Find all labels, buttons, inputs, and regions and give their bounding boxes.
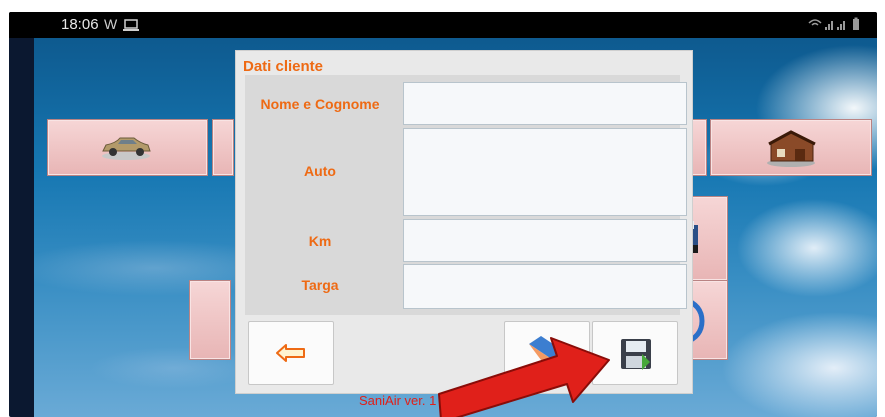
tile-house[interactable]: [710, 119, 872, 176]
km-field[interactable]: [403, 219, 687, 262]
dialog-title: Dati cliente: [243, 58, 324, 75]
auto-field[interactable]: [403, 128, 687, 216]
nome-cognome-field[interactable]: [403, 82, 687, 125]
customer-form: Nome e Cognome Auto Km Targa: [245, 75, 687, 315]
save-floppy-icon: [620, 338, 652, 375]
notification-w: W: [104, 16, 118, 32]
tile-partial-left[interactable]: [212, 119, 234, 176]
phone-screen: 18:06 W Dati cliente Nome e Cognome Auto…: [9, 12, 877, 417]
car-icon: [100, 134, 152, 165]
laptop-icon: [122, 18, 140, 37]
label-auto: Auto: [304, 163, 336, 179]
status-time: 18:06: [61, 16, 99, 33]
signal-battery-icons: [807, 17, 867, 36]
label-nome-cognome: Nome e Cognome: [260, 96, 380, 112]
back-button[interactable]: [248, 321, 334, 385]
status-bar: 18:06 W: [9, 12, 877, 38]
house-icon: [765, 129, 817, 172]
targa-field[interactable]: [403, 264, 687, 309]
red-arrow-icon: [419, 330, 619, 417]
back-arrow-icon: [276, 344, 306, 367]
label-km: Km: [308, 233, 332, 249]
tile-partial-bottom-left[interactable]: [189, 280, 231, 360]
tile-car[interactable]: [47, 119, 208, 176]
label-targa: Targa: [301, 277, 339, 293]
